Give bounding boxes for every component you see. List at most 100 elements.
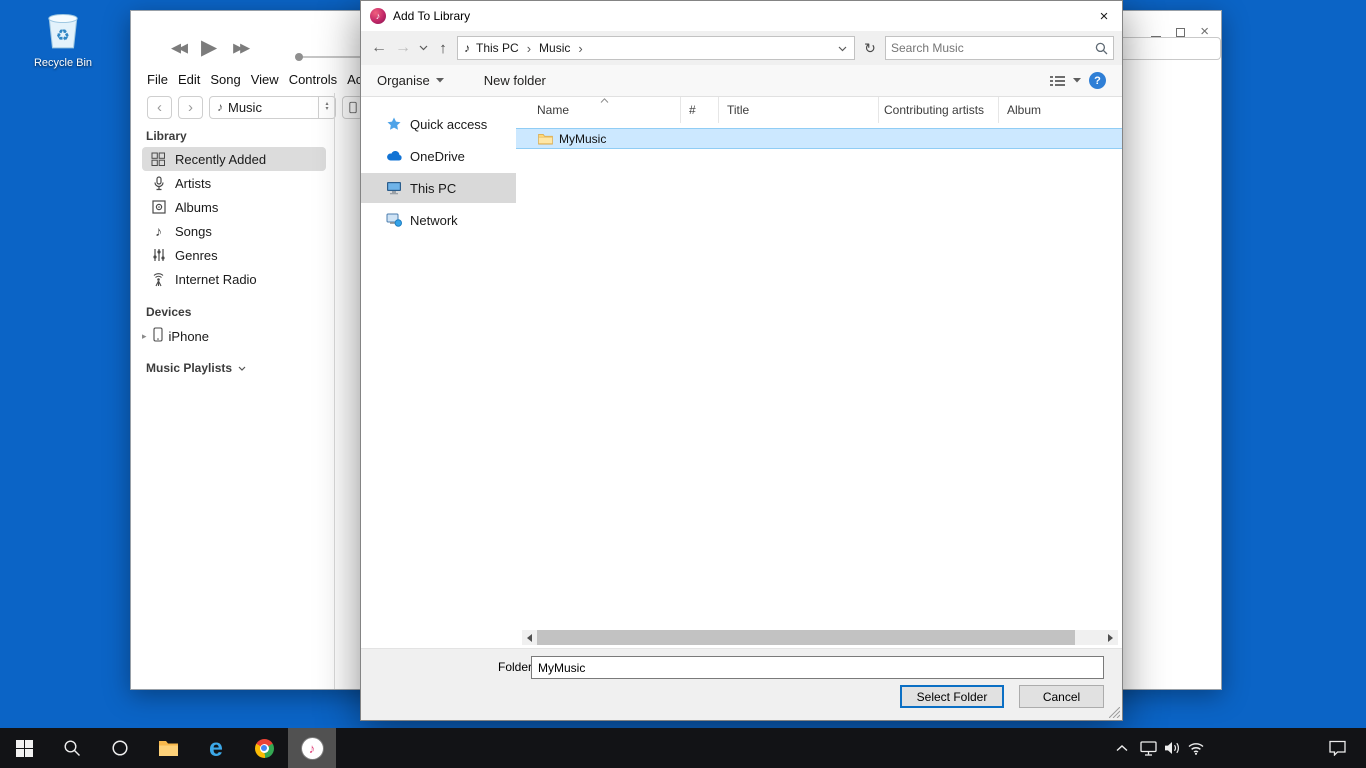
action-center-icon[interactable] [1322, 728, 1352, 768]
address-dropdown-icon[interactable] [838, 41, 854, 55]
broadcast-icon [150, 272, 167, 287]
scrollbar-track[interactable] [537, 630, 1103, 645]
edge-icon: e [209, 736, 223, 761]
back-button[interactable]: ‹ [147, 96, 172, 119]
scrollbar-thumb[interactable] [537, 630, 1075, 645]
collection-select[interactable]: ♪ Music ▴▾ [209, 96, 336, 119]
cancel-button[interactable]: Cancel [1019, 685, 1104, 708]
up-arrow-icon[interactable]: ↑ [434, 40, 452, 57]
search-input[interactable] [891, 41, 1095, 55]
cortana-button[interactable] [96, 728, 144, 768]
menu-file[interactable]: File [147, 72, 168, 87]
taskbar-search-button[interactable] [48, 728, 96, 768]
menu-view[interactable]: View [251, 72, 279, 87]
new-folder-label: New folder [484, 73, 546, 88]
itunes-nav-row: ‹ › ♪ Music ▴▾ [147, 95, 363, 119]
menu-song[interactable]: Song [210, 72, 240, 87]
column-contributing-artists[interactable]: Contributing artists [879, 97, 999, 123]
scroll-right-icon[interactable] [1103, 634, 1118, 642]
back-arrow-icon[interactable]: ← [369, 39, 389, 57]
itunes-button[interactable]: ♪ [288, 728, 336, 768]
start-button[interactable] [0, 728, 48, 768]
column-number[interactable]: # [681, 97, 719, 123]
breadcrumb[interactable]: ♪ This PC › Music › [457, 36, 855, 60]
grid-icon [150, 152, 167, 167]
sort-ascending-icon[interactable] [600, 98, 609, 103]
menu-edit[interactable]: Edit [178, 72, 200, 87]
dialog-nav-row: ← → ↑ ♪ This PC › Music › ↻ [361, 31, 1122, 65]
tray-chevron-up-icon[interactable] [1110, 728, 1134, 768]
sidebar-item-artists[interactable]: Artists [142, 171, 326, 195]
fast-forward-button[interactable]: ▶▶ [233, 40, 247, 56]
sidebar-item-label: Internet Radio [175, 272, 257, 287]
music-note-icon: ♪ [210, 100, 228, 114]
sidebar-item-songs[interactable]: ♪ Songs [142, 219, 326, 243]
sidebar-item-this-pc[interactable]: This PC [361, 173, 516, 203]
network-icon [385, 213, 402, 227]
sidebar-item-label: Network [410, 213, 458, 228]
file-name: MyMusic [559, 132, 606, 146]
breadcrumb-separator-icon[interactable]: › [570, 41, 590, 56]
close-icon[interactable]: × [1200, 27, 1209, 37]
volume-knob[interactable] [295, 53, 303, 61]
taskbar: e ♪ [0, 728, 1366, 768]
scroll-left-icon[interactable] [522, 634, 537, 642]
rewind-button[interactable]: ◀◀ [171, 40, 185, 56]
cortana-icon [111, 739, 129, 757]
sidebar-item-label: Songs [175, 224, 212, 239]
tray-speaker-icon[interactable] [1160, 728, 1184, 768]
sidebar-item-iphone[interactable]: ▸ iPhone [142, 323, 334, 349]
forward-button[interactable]: › [178, 96, 203, 119]
horizontal-scrollbar[interactable] [522, 630, 1118, 645]
forward-arrow-icon[interactable]: → [394, 39, 412, 57]
sidebar-item-recently-added[interactable]: Recently Added [142, 147, 326, 171]
tray-wifi-icon[interactable] [1184, 728, 1208, 768]
volume-slider[interactable] [296, 56, 362, 58]
menu-controls[interactable]: Controls [289, 72, 337, 87]
music-playlists-header[interactable]: Music Playlists [146, 361, 334, 375]
add-to-library-dialog: ♪ Add To Library × ← → ↑ ♪ This PC › Mus… [360, 0, 1123, 721]
sidebar-item-network[interactable]: Network [361, 205, 516, 235]
resize-grip[interactable] [1109, 707, 1120, 718]
breadcrumb-separator-icon[interactable]: › [519, 41, 539, 56]
close-icon[interactable]: × [1086, 1, 1122, 31]
new-folder-button[interactable]: New folder [484, 73, 546, 88]
playlists-label: Music Playlists [146, 361, 232, 375]
spinner-icon[interactable]: ▴▾ [318, 97, 335, 118]
column-title[interactable]: Title [719, 97, 879, 123]
chrome-icon [255, 739, 274, 758]
play-button[interactable]: ▶ [201, 35, 217, 60]
chevron-right-icon[interactable]: ▸ [142, 331, 147, 342]
dialog-body: Quick access OneDrive This PC [361, 97, 1122, 648]
recycle-bin-icon[interactable]: ♻ Recycle Bin [26, 8, 100, 69]
sidebar-item-albums[interactable]: Albums [142, 195, 326, 219]
maximize-icon[interactable] [1176, 28, 1185, 37]
folder-input[interactable] [531, 656, 1104, 679]
itunes-sidebar: Library Recently Added Artists Albums [131, 119, 334, 689]
organise-button[interactable]: Organise [377, 73, 444, 88]
tray-display-icon[interactable] [1136, 728, 1160, 768]
details-view-icon[interactable] [1050, 75, 1065, 87]
file-explorer-button[interactable] [144, 728, 192, 768]
search-icon[interactable] [1095, 42, 1108, 55]
breadcrumb-music[interactable]: Music [539, 41, 570, 55]
column-album[interactable]: Album [999, 97, 1122, 123]
breadcrumb-this-pc[interactable]: This PC [476, 41, 519, 55]
view-dropdown-icon[interactable] [1073, 78, 1081, 83]
sidebar-item-internet-radio[interactable]: Internet Radio [142, 267, 326, 291]
sidebar-item-label: Genres [175, 248, 218, 263]
select-folder-button[interactable]: Select Folder [900, 685, 1004, 708]
itunes-window-controls: × [1151, 27, 1209, 37]
edge-button[interactable]: e [192, 728, 240, 768]
sidebar-item-onedrive[interactable]: OneDrive [361, 141, 516, 171]
search-box[interactable] [885, 36, 1114, 60]
sidebar-item-genres[interactable]: Genres [142, 243, 326, 267]
sidebar-item-quick-access[interactable]: Quick access [361, 109, 516, 139]
file-row-mymusic[interactable]: MyMusic [516, 128, 1122, 149]
refresh-icon[interactable]: ↻ [860, 40, 880, 57]
chrome-button[interactable] [240, 728, 288, 768]
column-name[interactable]: Name [516, 97, 681, 123]
help-icon[interactable]: ? [1089, 72, 1106, 89]
sidebar-item-label: Quick access [410, 117, 487, 132]
history-chevron-icon[interactable] [417, 45, 429, 51]
